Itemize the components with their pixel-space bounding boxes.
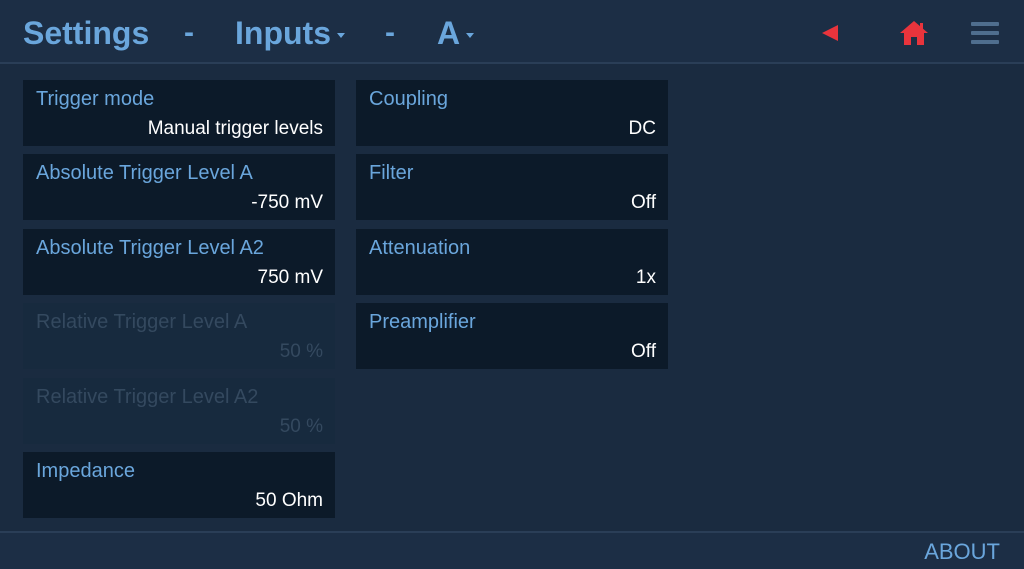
setting-label: Absolute Trigger Level A bbox=[36, 162, 253, 184]
inputs-dropdown-label: Inputs bbox=[235, 15, 331, 51]
setting-label: Coupling bbox=[369, 88, 448, 110]
breadcrumb-separator: - bbox=[184, 16, 194, 49]
setting-label: Relative Trigger Level A2 bbox=[36, 386, 259, 408]
setting-value: Off bbox=[631, 341, 656, 362]
setting-value: 50 Ohm bbox=[255, 490, 323, 511]
chevron-down-icon bbox=[466, 33, 475, 39]
setting-label: Filter bbox=[369, 162, 414, 184]
setting-label: Attenuation bbox=[369, 237, 471, 259]
setting-label: Trigger mode bbox=[36, 88, 155, 110]
absolute-trigger-level-a-setting[interactable]: Absolute Trigger Level A -750 mV bbox=[23, 154, 335, 220]
setting-label: Absolute Trigger Level A2 bbox=[36, 237, 264, 259]
absolute-trigger-level-a2-setting[interactable]: Absolute Trigger Level A2 750 mV bbox=[23, 229, 335, 295]
trigger-mode-setting[interactable]: Trigger mode Manual trigger levels bbox=[23, 80, 335, 146]
setting-value: 1x bbox=[635, 267, 656, 288]
menu-button[interactable] bbox=[970, 18, 1000, 48]
setting-value: -750 mV bbox=[251, 192, 323, 213]
home-icon bbox=[900, 21, 928, 45]
setting-label: Impedance bbox=[36, 460, 135, 482]
attenuation-setting[interactable]: Attenuation 1x bbox=[356, 229, 668, 295]
setting-value: Manual trigger levels bbox=[147, 118, 323, 139]
setting-label: Preamplifier bbox=[369, 311, 476, 333]
impedance-setting[interactable]: Impedance 50 Ohm bbox=[23, 452, 335, 518]
settings-page: Settings - Inputs - A Trigger mode Manua… bbox=[0, 0, 1024, 569]
page-title: Settings bbox=[23, 15, 150, 51]
filter-setting[interactable]: Filter Off bbox=[356, 154, 668, 220]
setting-value: DC bbox=[628, 118, 656, 139]
breadcrumb-separator: - bbox=[385, 16, 395, 49]
setting-value: 750 mV bbox=[257, 267, 323, 288]
setting-label: Relative Trigger Level A bbox=[36, 311, 248, 333]
about-link[interactable]: ABOUT bbox=[924, 539, 1000, 565]
channel-dropdown-label: A bbox=[437, 15, 461, 51]
home-button[interactable] bbox=[899, 18, 929, 48]
relative-trigger-level-a-setting: Relative Trigger Level A 50 % bbox=[23, 303, 335, 369]
preamplifier-setting[interactable]: Preamplifier Off bbox=[356, 303, 668, 369]
top-bar: Settings - Inputs - A bbox=[0, 0, 1024, 64]
setting-value: Off bbox=[631, 192, 656, 213]
coupling-setting[interactable]: Coupling DC bbox=[356, 80, 668, 146]
setting-value: 50 % bbox=[279, 341, 323, 362]
chevron-down-icon bbox=[336, 33, 345, 39]
bottom-bar: ABOUT bbox=[0, 531, 1024, 569]
back-arrow-icon bbox=[822, 25, 838, 41]
hamburger-menu-icon bbox=[971, 22, 999, 44]
channel-dropdown[interactable]: A bbox=[437, 13, 475, 53]
relative-trigger-level-a2-setting: Relative Trigger Level A2 50 % bbox=[23, 378, 335, 444]
back-button[interactable] bbox=[815, 18, 845, 48]
inputs-dropdown[interactable]: Inputs bbox=[235, 13, 345, 53]
setting-value: 50 % bbox=[279, 416, 323, 437]
